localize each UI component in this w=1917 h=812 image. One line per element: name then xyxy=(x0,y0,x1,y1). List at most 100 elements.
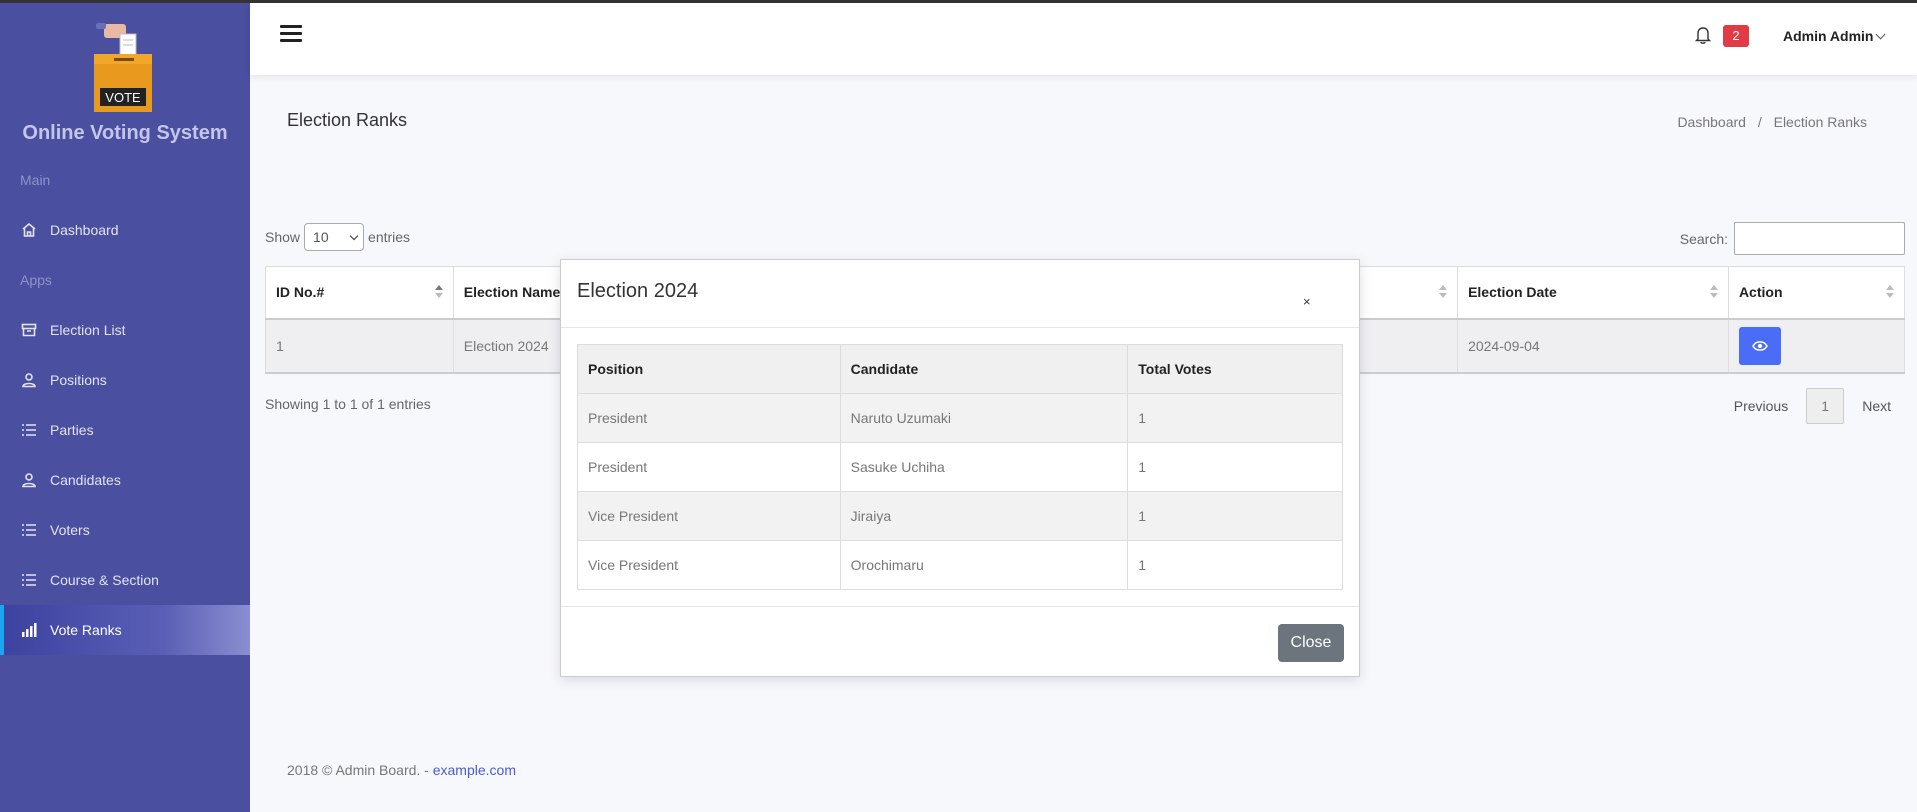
sidebar-item-label: Positions xyxy=(50,372,107,388)
footer-text: 2018 © Admin Board. - xyxy=(287,762,433,778)
results-modal: Election 2024 × Position Candidate Total… xyxy=(560,259,1360,677)
footer: 2018 © Admin Board. - example.com xyxy=(287,762,516,778)
notification-badge: 2 xyxy=(1723,25,1749,47)
table-row: President Naruto Uzumaki 1 xyxy=(577,393,1343,443)
brand-title: Online Voting System xyxy=(22,122,228,144)
view-button[interactable] xyxy=(1738,326,1781,365)
cell-votes: 1 xyxy=(1127,393,1343,443)
top-header: 2 Admin Admin xyxy=(250,3,1917,75)
list-icon xyxy=(20,421,38,439)
cell-votes: 1 xyxy=(1127,491,1343,541)
sidebar-item-label: Parties xyxy=(50,422,94,438)
cell-candidate: Jiraiya xyxy=(839,491,1129,541)
cell-position: Vice President xyxy=(577,540,841,590)
sort-icon xyxy=(434,285,443,299)
table-info: Showing 1 to 1 of 1 entries xyxy=(265,396,431,412)
column-header-election-date[interactable]: Election Date xyxy=(1457,266,1729,320)
top-border xyxy=(0,0,1917,3)
chevron-down-icon xyxy=(349,231,359,240)
archive-icon xyxy=(20,321,38,339)
results-table: Position Candidate Total Votes President… xyxy=(577,344,1343,590)
column-header-label: ID No.# xyxy=(276,284,325,301)
table-row: Vice President Jiraiya 1 xyxy=(577,491,1343,541)
show-entries: Show 10 entries xyxy=(265,223,410,251)
previous-button[interactable]: Previous xyxy=(1720,398,1802,414)
menu-header-main: Main xyxy=(20,172,51,188)
search-area: Search: xyxy=(1680,222,1905,255)
page-title: Election Ranks xyxy=(287,110,408,130)
footer-link[interactable]: example.com xyxy=(433,762,516,778)
close-icon[interactable]: × xyxy=(1303,294,1311,309)
bell-icon[interactable] xyxy=(1694,25,1712,45)
table-row: President Sasuke Uchiha 1 xyxy=(577,442,1343,492)
sidebar-item-label: Vote Ranks xyxy=(50,622,122,638)
brand: VOTE Online Voting System xyxy=(0,0,250,155)
cell-election-date: 2024-09-04 xyxy=(1457,318,1729,374)
user-menu[interactable]: Admin Admin xyxy=(1783,28,1886,44)
menu-header-apps: Apps xyxy=(20,272,52,288)
column-header-total-votes: Total Votes xyxy=(1127,344,1343,394)
vote-box-logo: VOTE xyxy=(94,23,152,112)
column-header-label: Action xyxy=(1738,284,1783,301)
close-button[interactable]: Close xyxy=(1278,624,1344,662)
entries-label: entries xyxy=(368,229,411,245)
cell-candidate: Orochimaru xyxy=(839,540,1129,590)
table-row: Vice President Orochimaru 1 xyxy=(577,540,1343,590)
cell-candidate: Sasuke Uchiha xyxy=(839,442,1129,492)
column-header-label: Election Date xyxy=(1468,284,1557,301)
menu-toggle-icon[interactable] xyxy=(280,25,302,43)
logo-text: VOTE xyxy=(105,90,141,105)
cell-id: 1 xyxy=(265,318,454,374)
breadcrumb-current: Election Ranks xyxy=(1773,114,1867,130)
sidebar-item-vote-ranks[interactable]: Vote Ranks xyxy=(0,605,250,655)
sidebar-item-label: Course & Section xyxy=(50,572,159,588)
column-header-id[interactable]: ID No.# xyxy=(265,266,454,320)
sort-icon xyxy=(1886,285,1894,299)
user-icon xyxy=(20,471,38,489)
cell-position: President xyxy=(577,442,841,492)
sidebar-item-dashboard[interactable]: Dashboard xyxy=(0,205,250,255)
cell-candidate: Naruto Uzumaki xyxy=(839,393,1129,443)
entries-value: 10 xyxy=(313,229,329,245)
sort-icon xyxy=(1439,285,1448,299)
page-1-button[interactable]: 1 xyxy=(1806,388,1845,424)
list-icon xyxy=(20,571,38,589)
next-button[interactable]: Next xyxy=(1848,398,1905,414)
column-header-action[interactable]: Action xyxy=(1727,266,1906,320)
breadcrumb-dashboard[interactable]: Dashboard xyxy=(1677,114,1746,130)
sort-icon xyxy=(1709,285,1718,299)
sidebar-item-course-section[interactable]: Course & Section xyxy=(0,555,250,605)
cell-action xyxy=(1727,318,1906,374)
home-icon xyxy=(20,221,38,239)
sidebar-item-label: Dashboard xyxy=(50,222,119,238)
show-label: Show xyxy=(265,229,301,245)
column-header-candidate: Candidate xyxy=(839,344,1129,394)
modal-header: Election 2024 × xyxy=(561,260,1359,328)
modal-title: Election 2024 xyxy=(577,280,699,302)
cell-votes: 1 xyxy=(1127,442,1343,492)
pagination: Previous 1 Next xyxy=(1720,388,1905,424)
list-icon xyxy=(20,521,38,539)
breadcrumb: Dashboard / Election Ranks xyxy=(1677,114,1867,130)
cell-position: President xyxy=(577,393,841,443)
sidebar-item-positions[interactable]: Positions xyxy=(0,355,250,405)
sidebar-item-label: Voters xyxy=(50,522,90,538)
eye-icon xyxy=(1752,340,1768,351)
column-header-position: Position xyxy=(577,344,841,394)
sidebar-item-parties[interactable]: Parties xyxy=(0,405,250,455)
cell-votes: 1 xyxy=(1127,540,1343,590)
search-label: Search: xyxy=(1679,230,1728,247)
sidebar-item-voters[interactable]: Voters xyxy=(0,505,250,555)
breadcrumb-separator: / xyxy=(1757,114,1762,130)
sidebar: VOTE Online Voting System Main Dashboard… xyxy=(0,0,250,812)
search-input[interactable] xyxy=(1734,222,1905,255)
user-name: Admin Admin xyxy=(1783,28,1874,44)
sidebar-item-label: Candidates xyxy=(50,472,121,488)
sidebar-item-label: Election List xyxy=(50,322,126,338)
sidebar-item-election-list[interactable]: Election List xyxy=(0,305,250,355)
bar-chart-icon xyxy=(20,621,38,639)
sidebar-item-candidates[interactable]: Candidates xyxy=(0,455,250,505)
entries-select[interactable]: 10 xyxy=(304,223,365,251)
column-header-label: Election Name xyxy=(463,284,561,301)
user-icon xyxy=(20,371,38,389)
